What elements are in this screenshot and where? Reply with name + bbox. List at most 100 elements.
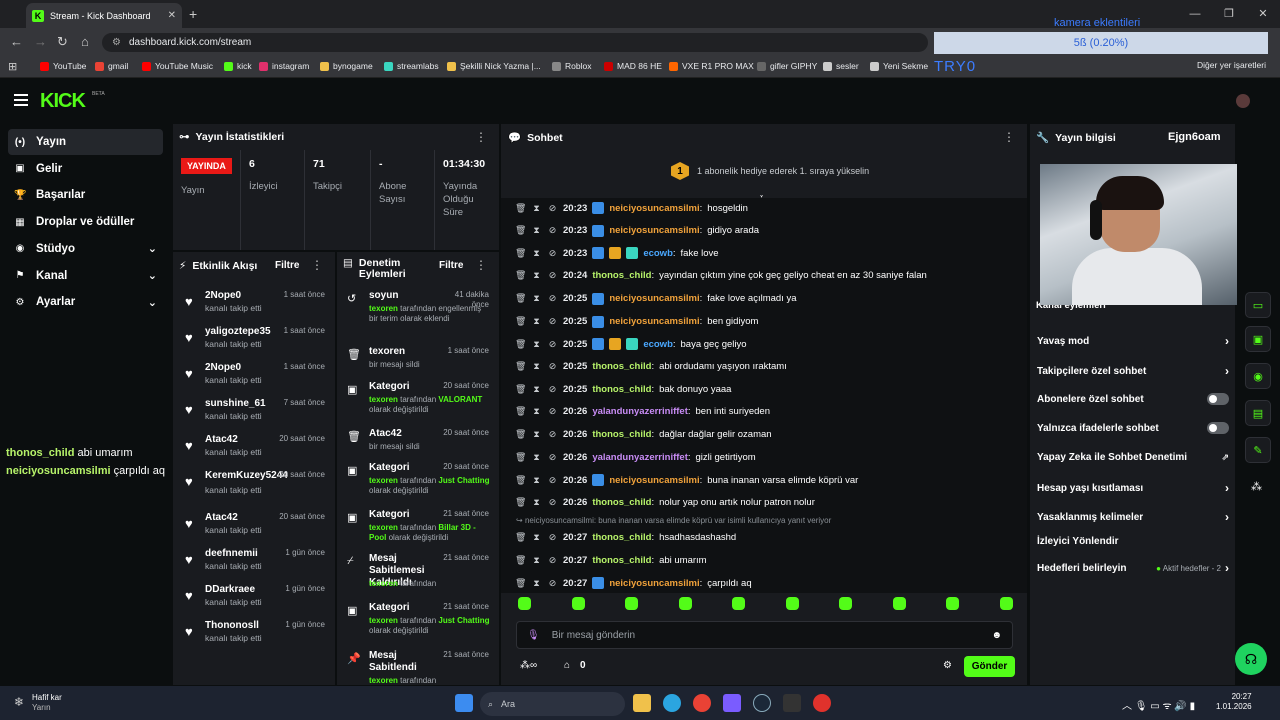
- ban-icon[interactable]: ⊘: [547, 225, 558, 236]
- follower-name[interactable]: Atac42: [205, 512, 238, 523]
- trash-icon[interactable]: 🗑: [515, 316, 526, 327]
- ban-icon[interactable]: ⊘: [547, 406, 558, 417]
- follower-name[interactable]: 2Nope0: [205, 290, 241, 301]
- chat-username[interactable]: yalandunyazerriniffet: [592, 406, 688, 417]
- chevron-right-icon[interactable]: ›: [1225, 364, 1229, 378]
- trash-icon[interactable]: 🗑: [515, 293, 526, 304]
- edge-icon[interactable]: [663, 694, 681, 712]
- hourglass-icon[interactable]: ⧗: [531, 384, 542, 395]
- trash-icon[interactable]: 🗑: [515, 578, 526, 589]
- follower-name[interactable]: Atac42: [205, 434, 238, 445]
- recording-app-icon[interactable]: [813, 694, 831, 712]
- more-options-icon[interactable]: ⋮: [475, 258, 487, 272]
- points-icon[interactable]: ⁂: [1251, 480, 1262, 493]
- steam-icon[interactable]: [753, 694, 771, 712]
- chat-username[interactable]: thonos_child: [592, 270, 651, 281]
- follower-name[interactable]: Thononosll: [205, 620, 259, 631]
- chat-username[interactable]: ecowb: [643, 339, 673, 350]
- filter-button[interactable]: Filtre: [439, 260, 463, 271]
- chevron-down-icon[interactable]: ⌄: [148, 269, 157, 282]
- home-icon[interactable]: ⌂: [81, 34, 89, 49]
- hourglass-icon[interactable]: ⧗: [531, 316, 542, 327]
- app-icon[interactable]: [723, 694, 741, 712]
- chevron-right-icon[interactable]: ›: [1225, 510, 1229, 524]
- moderator-name[interactable]: texoren: [369, 395, 398, 404]
- emote-icon[interactable]: [571, 597, 585, 610]
- trash-icon[interactable]: 🗑: [515, 361, 526, 372]
- sidebar-item-3[interactable]: 🏆 Başarılar: [8, 182, 163, 208]
- site-info-icon[interactable]: ⚙: [112, 37, 121, 48]
- more-options-icon[interactable]: ⋮: [475, 130, 487, 144]
- ban-icon[interactable]: ⊘: [547, 532, 558, 543]
- ban-icon[interactable]: ⊘: [547, 384, 558, 395]
- minimize-icon[interactable]: —: [1178, 0, 1212, 28]
- other-bookmarks[interactable]: Diğer yer işaretleri: [1197, 60, 1266, 70]
- windows-start-icon[interactable]: [455, 694, 473, 712]
- chat-username[interactable]: thonos_child: [592, 532, 651, 543]
- channel-action-2[interactable]: Takipçilere özel sohbet ›: [1037, 364, 1229, 378]
- emote-icon[interactable]: [946, 597, 959, 610]
- trash-icon[interactable]: 🗑: [515, 248, 526, 259]
- emote-icon[interactable]: [892, 597, 906, 610]
- hourglass-icon[interactable]: ⧗: [531, 203, 542, 214]
- chat-username[interactable]: neiciyosuncamsilmi: [609, 293, 699, 304]
- emote-icon[interactable]: [732, 597, 745, 610]
- support-headset-icon[interactable]: ☊: [1235, 643, 1267, 675]
- ban-icon[interactable]: ⊘: [547, 339, 558, 350]
- chat-username[interactable]: neiciyosuncamsilmi: [609, 316, 699, 327]
- menu-icon[interactable]: [14, 94, 28, 106]
- hourglass-icon[interactable]: ⧗: [531, 361, 542, 372]
- epic-games-icon[interactable]: [783, 694, 801, 712]
- hourglass-icon[interactable]: ⧗: [531, 429, 542, 440]
- ban-icon[interactable]: ⊘: [547, 555, 558, 566]
- chat-username[interactable]: neiciyosuncamsilmi: [609, 225, 699, 236]
- toggle-switch[interactable]: [1207, 422, 1229, 434]
- moderator-name[interactable]: texoren: [369, 676, 398, 685]
- trash-icon[interactable]: 🗑: [515, 270, 526, 281]
- ban-icon[interactable]: ⊘: [547, 475, 558, 486]
- emote-icon[interactable]: [625, 597, 638, 610]
- rail-button[interactable]: ▭: [1245, 292, 1271, 318]
- trash-icon[interactable]: 🗑: [515, 384, 526, 395]
- trash-icon[interactable]: 🗑: [515, 555, 526, 566]
- chat-username[interactable]: ecowb: [643, 248, 673, 259]
- chat-username[interactable]: neiciyosuncamsilmi: [609, 203, 699, 214]
- hourglass-icon[interactable]: ⧗: [531, 339, 542, 350]
- bookmark-item[interactable]: instagram: [259, 61, 309, 71]
- moderator-name[interactable]: texoren: [369, 616, 398, 625]
- hourglass-icon[interactable]: ⧗: [531, 406, 542, 417]
- hourglass-icon[interactable]: ⧗: [531, 497, 542, 508]
- emote-icon[interactable]: [839, 597, 852, 610]
- follower-name[interactable]: sunshine_61: [205, 398, 266, 409]
- ban-icon[interactable]: ⊘: [547, 361, 558, 372]
- trash-icon[interactable]: 🗑: [515, 497, 526, 508]
- channel-action-6[interactable]: Hesap yaşı kısıtlaması ›: [1037, 481, 1229, 495]
- chevron-right-icon[interactable]: ›: [1225, 481, 1229, 495]
- bookmark-item[interactable]: gmail: [95, 61, 128, 71]
- chevron-down-icon[interactable]: ⌄: [148, 242, 157, 255]
- chat-username[interactable]: yalandunyazerriniffet: [592, 452, 688, 463]
- sidebar-item-4[interactable]: ▦ Droplar ve ödüller: [8, 209, 163, 235]
- print-icon[interactable]: ▤: [1245, 400, 1271, 426]
- ban-icon[interactable]: ⊘: [547, 497, 558, 508]
- hourglass-icon[interactable]: ⧗: [531, 578, 542, 589]
- toggle-switch[interactable]: [1207, 393, 1229, 405]
- ban-icon[interactable]: ⊘: [547, 316, 558, 327]
- moderator-name[interactable]: texoren: [369, 523, 398, 532]
- trash-icon[interactable]: 🗑: [515, 429, 526, 440]
- moderator-name[interactable]: texoren: [369, 476, 398, 485]
- close-window-icon[interactable]: ✕: [1246, 0, 1280, 28]
- emote-icon[interactable]: [999, 597, 1013, 610]
- wrench-icon[interactable]: ✎: [1245, 437, 1271, 463]
- trash-icon[interactable]: 🗑: [515, 452, 526, 463]
- hourglass-icon[interactable]: ⧗: [531, 248, 542, 259]
- channel-action-1[interactable]: Yavaş mod ›: [1037, 334, 1229, 348]
- bookmark-item[interactable]: YouTube: [40, 61, 86, 71]
- ban-icon[interactable]: ⊘: [547, 270, 558, 281]
- ban-icon[interactable]: ⊘: [547, 203, 558, 214]
- emoji-icon[interactable]: ☻: [991, 630, 1002, 641]
- chat-username[interactable]: thonos_child: [592, 429, 651, 440]
- sidebar-item-2[interactable]: ▣ Gelir: [8, 156, 163, 182]
- chat-username[interactable]: thonos_child: [592, 361, 651, 372]
- bookmark-item[interactable]: sesler: [823, 61, 859, 71]
